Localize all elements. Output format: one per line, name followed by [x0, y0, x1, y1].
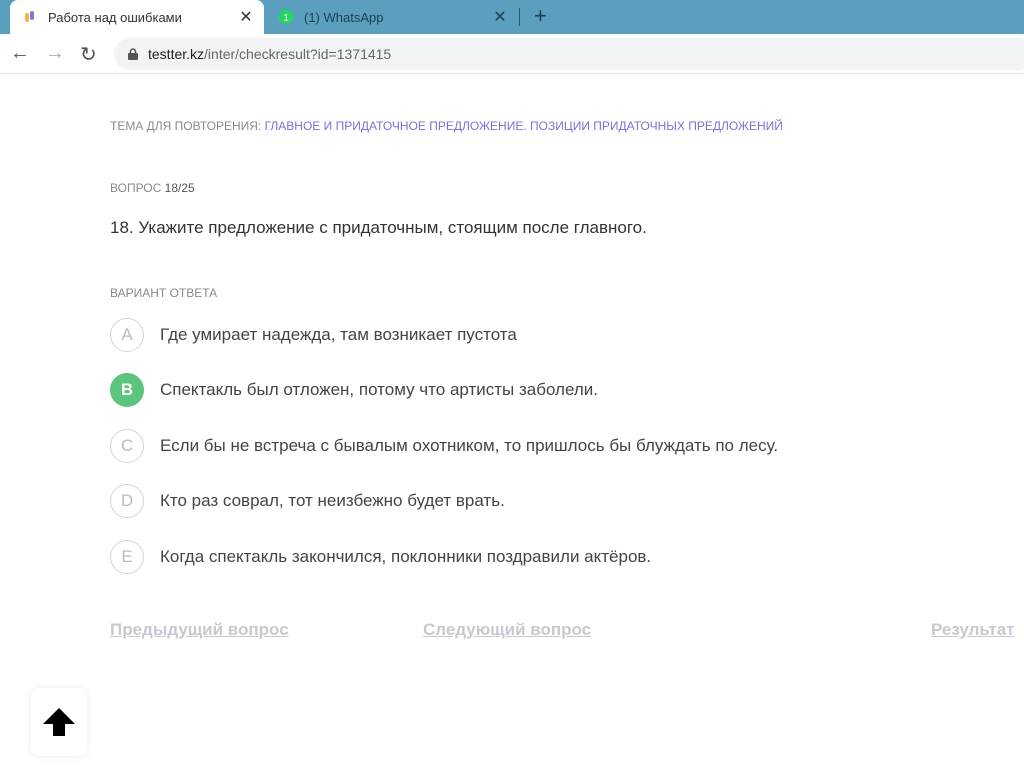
lock-icon	[128, 48, 138, 60]
topic-label: ТЕМА ДЛЯ ПОВТОРЕНИЯ:	[110, 119, 265, 133]
option-text: Где умирает надежда, там возникает пусто…	[160, 325, 517, 344]
option-letter-selected: B	[110, 373, 144, 407]
new-tab-plus-icon[interactable]: +	[534, 3, 547, 29]
whatsapp-badge: 1	[283, 13, 289, 24]
tab-bar: Работа над ошибками ✕ 1 (1) WhatsApp ✕ +	[0, 0, 1024, 34]
option-letter: E	[110, 540, 144, 574]
topic-line: ТЕМА ДЛЯ ПОВТОРЕНИЯ: ГЛАВНОЕ И ПРИДАТОЧН…	[110, 119, 783, 133]
option-letter: C	[110, 429, 144, 463]
option-text: Кто раз соврал, тот неизбежно будет врат…	[160, 491, 505, 510]
next-question-link[interactable]: Следующий вопрос	[423, 620, 591, 640]
topic-link[interactable]: ГЛАВНОЕ И ПРИДАТОЧНОЕ ПРЕДЛОЖЕНИЕ. ПОЗИЦ…	[265, 119, 783, 133]
option-letter: D	[110, 484, 144, 518]
option-text: Если бы не встреча с бывалым охотником, …	[160, 436, 779, 455]
whatsapp-icon: 1	[278, 9, 294, 25]
reload-icon[interactable]: ↻	[80, 42, 97, 67]
tab-work-on-mistakes[interactable]: Работа над ошибками ✕	[10, 0, 264, 34]
option-b[interactable]: B Спектакль был отложен, потому что артис…	[110, 373, 598, 407]
browser-toolbar: ← → ↻ testter.kz/inter/checkresult?id=13…	[0, 34, 1024, 74]
tab-title: (1) WhatsApp	[304, 9, 384, 25]
option-letter: A	[110, 318, 144, 352]
address-bar[interactable]: testter.kz/inter/checkresult?id=1371415	[114, 38, 1024, 70]
question-number: 18/25	[164, 181, 195, 195]
url-host: testter.kz	[148, 46, 205, 62]
site-favicon-icon	[25, 11, 34, 22]
back-arrow-icon[interactable]: ←	[10, 42, 30, 65]
option-a[interactable]: A Где умирает надежда, там возникает пуст…	[110, 318, 517, 352]
answer-label: ВАРИАНТ ОТВЕТА	[110, 286, 218, 300]
result-link[interactable]: Результат	[931, 620, 1015, 640]
option-c[interactable]: C Если бы не встреча с бывалым охотником,…	[110, 429, 778, 463]
tab-divider	[519, 8, 520, 26]
tab-whatsapp[interactable]: 1 (1) WhatsApp ✕	[266, 0, 518, 34]
close-icon[interactable]: ✕	[490, 7, 510, 27]
forward-arrow-icon[interactable]: →	[45, 42, 65, 65]
question-label: ВОПРОС	[110, 181, 165, 195]
scroll-to-top-button[interactable]	[31, 688, 87, 756]
close-icon[interactable]: ✕	[236, 7, 256, 27]
question-counter: ВОПРОС 18/25	[110, 181, 195, 195]
url-path: /inter/checkresult?id=1371415	[204, 46, 392, 62]
option-text: Спектакль был отложен, потому что артист…	[160, 380, 598, 399]
prev-question-link[interactable]: Предыдущий вопрос	[110, 620, 289, 640]
option-e[interactable]: E Когда спектакль закончился, поклонники …	[110, 540, 651, 574]
option-text: Когда спектакль закончился, поклонники п…	[160, 547, 652, 566]
question-text: 18. Укажите предложение с придаточным, с…	[110, 218, 647, 237]
tab-title: Работа над ошибками	[48, 9, 182, 25]
arrow-up-icon	[43, 708, 75, 736]
option-d[interactable]: D Кто раз соврал, тот неизбежно будет вра…	[110, 484, 505, 518]
